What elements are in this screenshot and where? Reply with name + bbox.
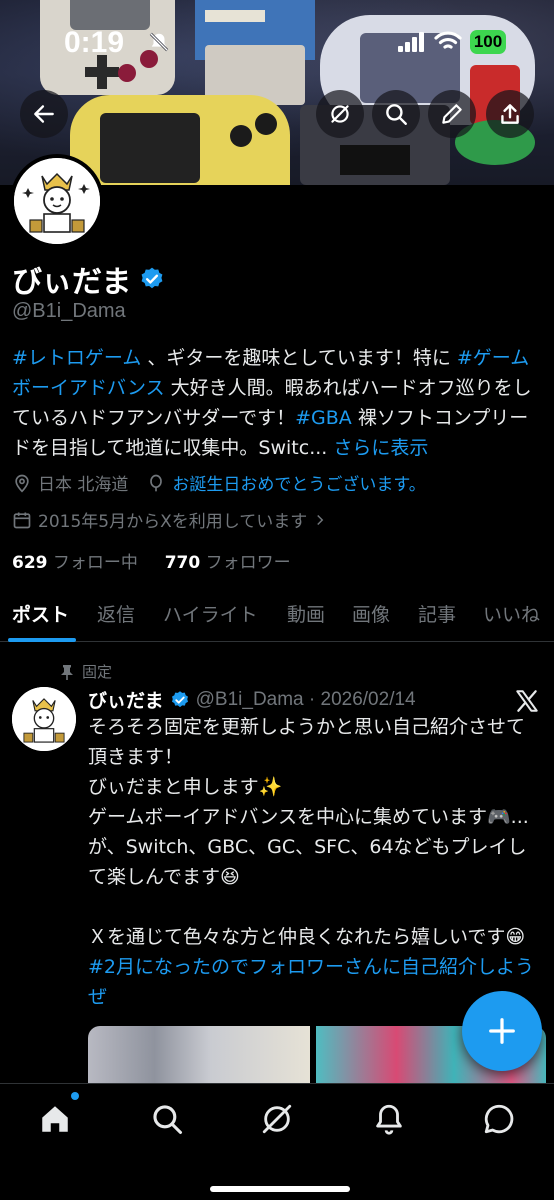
bio-text: 、ギターを趣味としています！特に [141,347,457,369]
search-icon[interactable] [150,1102,184,1136]
profile-name-text: びぃだま [12,265,132,300]
search-button[interactable] [372,90,420,138]
show-more-link[interactable]: さらに表示 [333,437,428,459]
post-author-name[interactable]: びぃだま [88,686,164,713]
edit-button[interactable] [428,90,476,138]
grok-button[interactable] [316,90,364,138]
profile-name: びぃだま [12,257,165,301]
tab-images[interactable]: 画像 [352,600,390,627]
post-line: ゲームボーイアドバンスを中心に集めています🎮...が、Switch、GBC、GC… [88,806,529,888]
follow-stats: 629 フォロー中 770 フォロワー [12,548,291,573]
home-indicator [210,1186,350,1192]
post-line: びぃだまと申します✨ [88,776,283,798]
chevron-right-icon [317,514,324,525]
wifi-icon [434,31,462,49]
profile-bio: #レトロゲーム 、ギターを趣味としています！特に #ゲームボーイアドバンス 大好… [12,343,542,463]
location-icon [15,474,29,493]
following-count: 629 [12,553,48,573]
signal-icon [398,32,424,52]
following-link[interactable]: 629 フォロー中 [12,553,138,573]
profile-handle: @B1i_Dama [12,300,126,322]
back-button[interactable] [20,90,68,138]
bottom-navigation [0,1083,554,1200]
share-button[interactable] [486,90,534,138]
share-icon [501,104,519,124]
compose-button[interactable] [462,991,542,1071]
pinned-text: 固定 [82,663,113,681]
pencil-icon [442,104,462,124]
verified-badge-icon [171,690,188,707]
tab-replies[interactable]: 返信 [97,600,135,627]
arrow-left-icon [34,105,54,123]
profile-meta-row: 日本 北海道 お誕生日おめでとうございます。 [12,470,426,495]
tab-articles[interactable]: 記事 [418,600,456,627]
status-bar: 0:19 100 [0,0,554,80]
tab-highlights[interactable]: ハイライト [163,600,258,627]
post-avatar[interactable] [12,687,76,751]
grok-icon[interactable] [260,1102,294,1136]
pinned-label: 固定 [60,661,112,682]
profile-joined: 2015年5月からXを利用しています [38,512,308,532]
following-label: フォロー中 [47,553,138,573]
grok-icon [331,105,349,123]
battery-indicator: 100 [470,30,506,54]
tab-likes[interactable]: いいね [483,600,540,627]
bell-muted-icon [149,32,169,52]
search-icon [386,104,407,125]
profile-location: 日本 北海道 [38,475,129,495]
avatar-illustration [14,158,100,244]
post-line: そろそろ固定を更新しようかと思い自己紹介させて頂きます！ [88,716,526,768]
profile-avatar[interactable] [10,154,104,248]
post-image-1[interactable] [88,1026,310,1086]
avatar-illustration [12,687,76,751]
followers-count: 770 [164,553,201,573]
tab-posts[interactable]: ポスト [12,600,69,627]
followers-label: フォロワー [200,553,291,573]
tab-active-indicator [8,638,76,642]
home-icon[interactable] [38,1102,72,1136]
balloon-icon [150,474,163,491]
plus-icon [489,1018,515,1044]
followers-link[interactable]: 770 フォロワー [165,553,291,573]
verified-badge-icon[interactable] [139,266,165,292]
post-text: そろそろ固定を更新しようかと思い自己紹介させて頂きます！ びぃだまと申します✨ … [88,712,538,1012]
messages-icon[interactable] [482,1102,516,1136]
bio-hashtag-gba[interactable]: #GBA [295,407,352,429]
tab-videos[interactable]: 動画 [287,600,325,627]
status-time: 0:19 [64,26,125,59]
pin-icon [61,664,73,680]
post-hashtag[interactable]: #2月になったのでフォロワーさんに自己紹介しようぜ [88,952,538,1012]
home-notification-dot [71,1092,79,1100]
x-logo-icon[interactable] [514,688,540,714]
post-line: Ｘを通じて色々な方と仲良くなれたら嬉しいです😁 [88,926,526,948]
post-header: びぃだま @B1i_Dama · 2026/02/14 [88,686,416,713]
profile-joined-row[interactable]: 2015年5月からXを利用しています [12,507,329,532]
banner-gba-yellow [70,95,290,185]
profile-tabs: ポスト 返信 ハイライト 動画 画像 記事 いいね [0,590,554,642]
bell-icon[interactable] [372,1102,406,1136]
calendar-icon [13,512,31,528]
post-author-handle-date: @B1i_Dama · 2026/02/14 [195,688,416,710]
profile-birthday[interactable]: お誕生日おめでとうございます。 [172,470,425,495]
bio-hashtag-retro[interactable]: #レトロゲーム [12,347,141,369]
